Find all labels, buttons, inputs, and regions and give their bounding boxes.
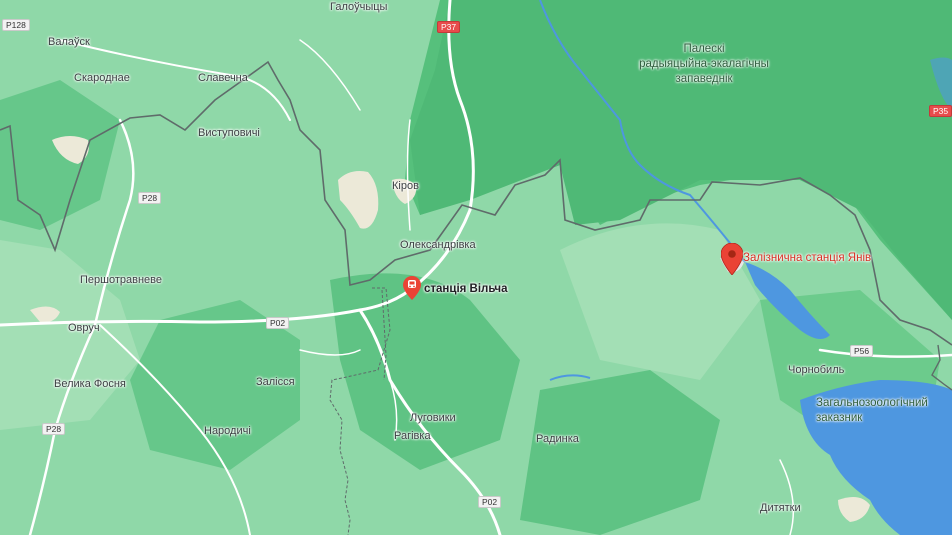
place-label[interactable]: Славечна (198, 72, 248, 85)
place-label[interactable]: Народичі (204, 425, 251, 438)
place-label[interactable]: Дитятки (760, 502, 801, 515)
place-label[interactable]: Скароднае (74, 72, 130, 85)
zoological-reserve-label[interactable]: Загальнозоологічний заказник (816, 396, 928, 426)
place-label[interactable]: Радинка (536, 433, 579, 446)
reserve-label-line: запаведнік (675, 73, 733, 85)
map-canvas[interactable]: Палескі радыяцыйна-экалагічны запаведнік… (0, 0, 952, 535)
place-label[interactable]: Велика Фосня (54, 378, 126, 391)
place-label[interactable]: Кіров (392, 180, 419, 193)
zoological-reserve-label-line: Загальнозоологічний (816, 397, 928, 409)
road-shield: P02 (478, 496, 502, 508)
reserve-label-line: Палескі (683, 43, 725, 55)
place-label[interactable]: Першотравневе (80, 274, 162, 287)
road-shield: P37 (437, 21, 461, 33)
reserve-label[interactable]: Палескі радыяцыйна-экалагічны запаведнік (624, 42, 784, 87)
place-label[interactable]: Виступовичі (198, 127, 260, 140)
reserve-label-line: радыяцыйна-экалагічны (639, 58, 769, 70)
road-shield: P02 (266, 317, 290, 329)
road-shield: P56 (850, 345, 874, 357)
place-label[interactable]: Рагівка (394, 430, 431, 443)
red-pin-icon[interactable] (721, 243, 743, 275)
train-station-pin-icon[interactable] (403, 276, 421, 300)
place-label[interactable]: Луговики (410, 412, 456, 425)
place-label[interactable]: Олександрівка (400, 239, 476, 252)
map-base-layer (0, 0, 952, 535)
zoological-reserve-label-line: заказник (816, 412, 863, 424)
place-label[interactable]: Чорнобиль (788, 364, 844, 377)
place-label[interactable]: Галоўчыцы (330, 1, 387, 14)
yaniv-station-label[interactable]: Залізнична станція Янів (743, 252, 871, 264)
road-shield: P35 (929, 105, 952, 117)
place-label[interactable]: Овруч (68, 322, 100, 335)
place-label[interactable]: Валаўск (48, 36, 90, 49)
vilcha-station-label[interactable]: станція Вільча (424, 283, 507, 295)
road-shield: P28 (138, 192, 162, 204)
place-label[interactable]: Залісся (256, 376, 295, 389)
road-shield: P28 (42, 423, 66, 435)
road-shield: P128 (2, 19, 30, 31)
